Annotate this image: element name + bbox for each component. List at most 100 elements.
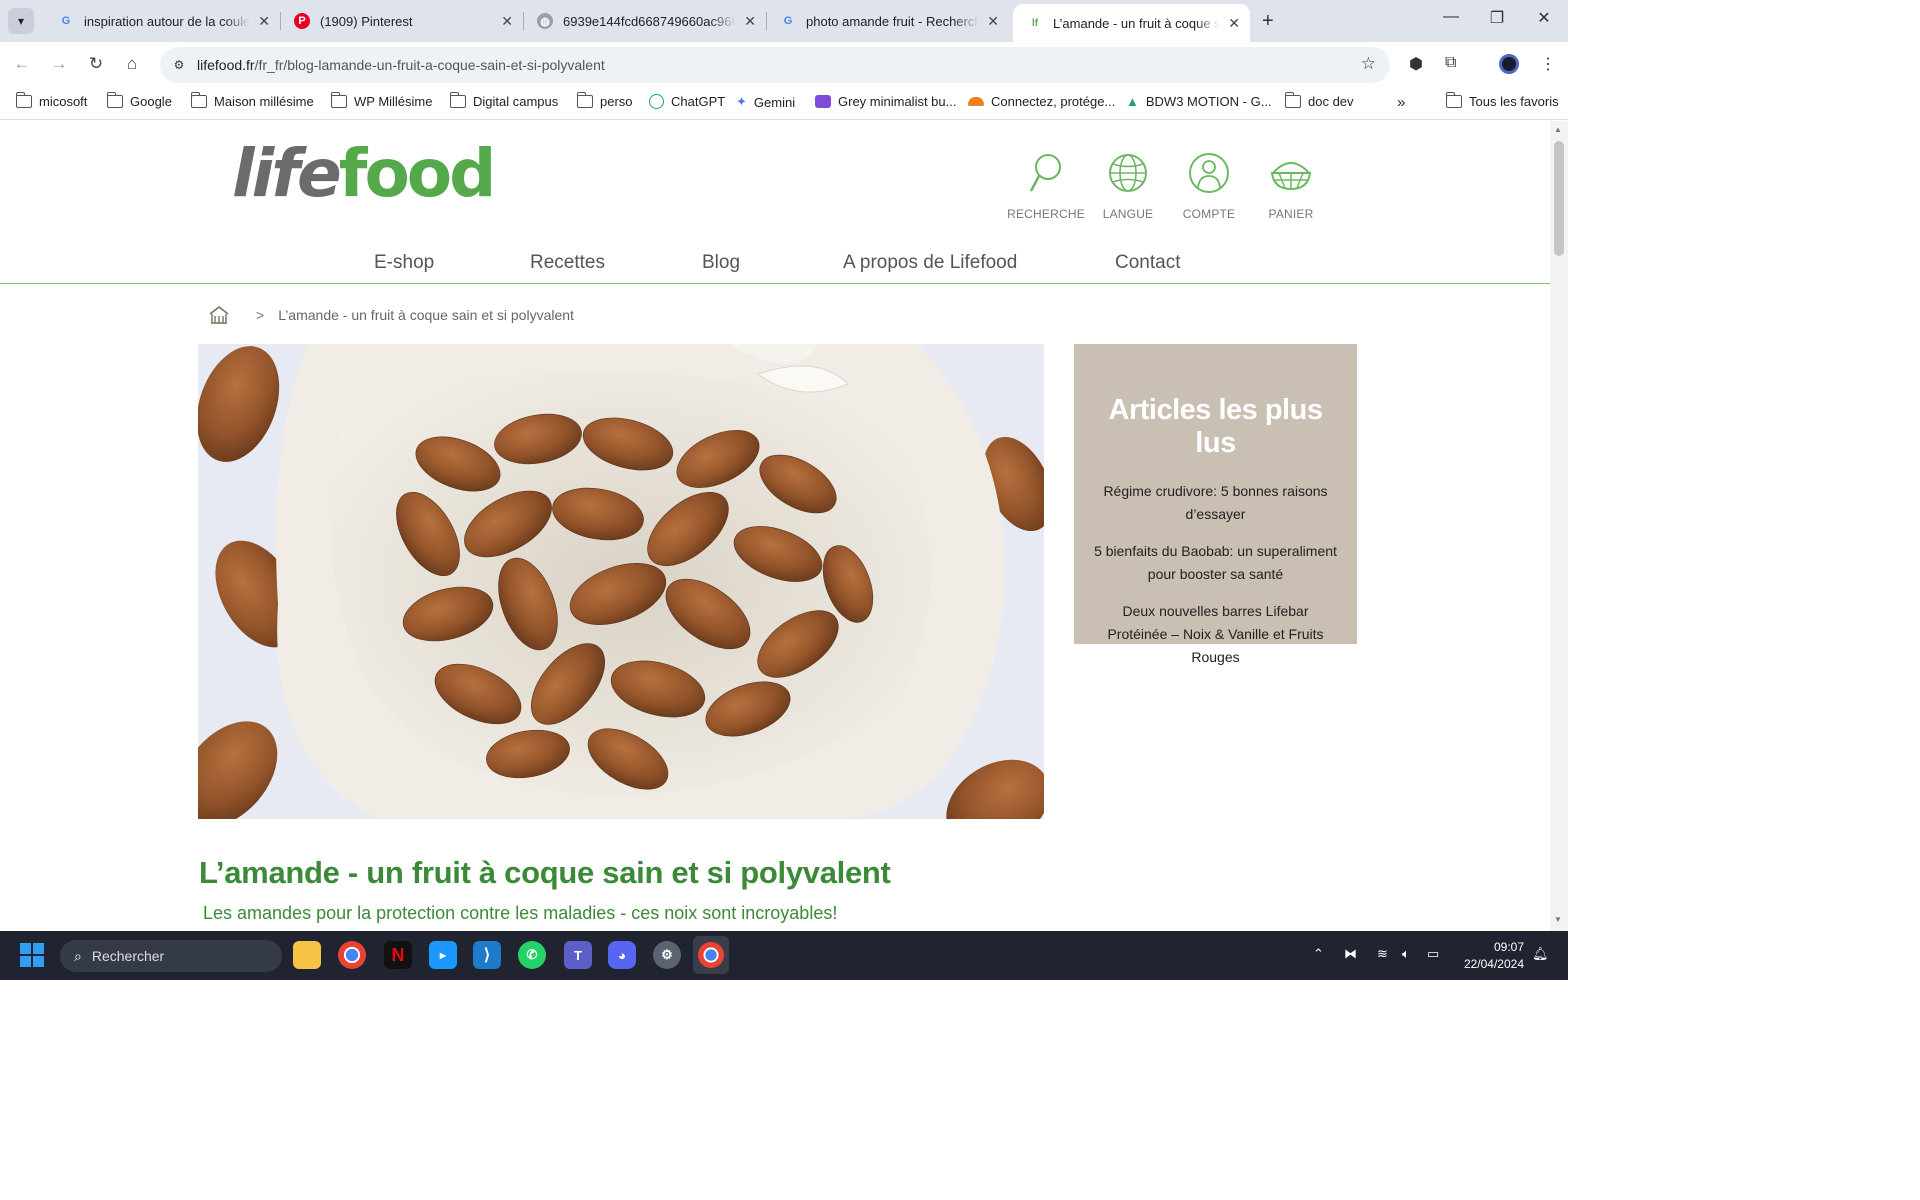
dropbox-tray-icon[interactable]: ⧓ [1344, 946, 1357, 962]
back-arrow-icon[interactable]: ← [10, 54, 34, 74]
browser-tab-2[interactable]: P (1909) Pinterest ✕ [280, 6, 523, 36]
bookmark-gemini[interactable]: ✦ Gemini [736, 94, 795, 110]
header-icon-label: LANGUE [1102, 207, 1154, 221]
close-window-button[interactable]: ✕ [1529, 8, 1559, 28]
netflix-icon[interactable]: N [384, 941, 412, 969]
header-account[interactable]: COMPTE [1169, 151, 1249, 221]
header-language[interactable]: LANGUE [1088, 151, 1168, 221]
url-path: /fr_fr/blog-lamande-un-fruit-a-coque-sai… [254, 57, 605, 73]
all-bookmarks-folder[interactable]: Tous les favoris [1446, 92, 1559, 109]
teams-icon[interactable]: T [564, 941, 592, 969]
bookmark-digital-campus[interactable]: Digital campus [450, 92, 558, 109]
close-tab-icon[interactable]: ✕ [744, 13, 756, 30]
bookmark-star-icon[interactable]: ☆ [1361, 54, 1376, 74]
browser-tab-5-active[interactable]: lf L’amande - un fruit à coque sain ✕ [1013, 4, 1250, 42]
forward-arrow-icon[interactable]: → [47, 54, 71, 74]
pinterest-icon: P [294, 13, 310, 29]
bookmark-maison-millesime[interactable]: Maison millésime [191, 92, 314, 109]
extensions-puzzle-icon[interactable]: ⧉ [1445, 54, 1456, 72]
scroll-up-arrow-icon[interactable]: ▲ [1554, 125, 1562, 134]
globe-icon: ◍ [537, 13, 553, 29]
restore-button[interactable]: ❐ [1482, 8, 1512, 28]
tab-title: photo amande fruit - Recherche Google [806, 13, 980, 29]
scroll-down-arrow-icon[interactable]: ▼ [1554, 915, 1562, 924]
sidebar-title: Articles les plus lus [1108, 394, 1323, 459]
settings-gear-icon[interactable]: ⚙ [653, 941, 681, 969]
bookmark-doc-dev[interactable]: doc dev [1285, 92, 1354, 109]
url-host: lifefood.fr [197, 57, 255, 73]
notification-bell-icon[interactable]: 🔔︎ [1532, 946, 1549, 962]
taskbar-search[interactable]: ⌕ Rechercher [60, 940, 282, 972]
more-bookmarks-chevron-icon[interactable]: » [1397, 94, 1405, 111]
close-tab-icon[interactable]: ✕ [501, 13, 513, 30]
folder-icon [1446, 92, 1462, 108]
folder-icon [1285, 92, 1301, 108]
sidebar-article-link[interactable]: Régime crudivore: 5 bonnes raisons d’ess… [1092, 480, 1339, 526]
bookmark-perso[interactable]: perso [577, 92, 633, 109]
address-bar[interactable]: ⚙ lifefood.fr/fr_fr/blog-lamande-un-frui… [160, 47, 1390, 83]
basket-icon [1270, 162, 1312, 191]
bookmark-label: Gemini [753, 94, 796, 110]
header-basket[interactable]: PANIER [1251, 151, 1331, 221]
discord-icon[interactable]: ◕ [608, 941, 636, 969]
bookmark-label: WP Millésime [354, 94, 433, 109]
close-tab-icon[interactable]: ✕ [987, 13, 999, 30]
whatsapp-icon[interactable]: ✆ [518, 941, 546, 969]
browser-tab-1[interactable]: G inspiration autour de la couleur ✕ [44, 6, 280, 36]
wifi-icon[interactable]: ≋ [1377, 946, 1388, 962]
sidebar-article-link[interactable]: Deux nouvelles barres Lifebar Protéinée … [1092, 600, 1339, 669]
account-icon [1189, 153, 1229, 193]
bookmark-wp-millesime[interactable]: WP Millésime [331, 92, 433, 109]
bookmark-bdw3-motion[interactable]: ▲ BDW3 MOTION - G... [1126, 94, 1272, 109]
chrome-icon[interactable] [338, 941, 366, 969]
scrollbar-thumb[interactable] [1554, 141, 1564, 256]
cloudflare-icon [968, 97, 984, 106]
home-icon[interactable] [208, 305, 230, 325]
minimize-button[interactable]: — [1436, 8, 1466, 26]
new-tab-button[interactable]: + [1262, 10, 1274, 33]
tray-chevron-up-icon[interactable]: ⌃ [1313, 946, 1324, 962]
tab-search-chevron-icon[interactable]: ▾ [8, 8, 34, 34]
reload-icon[interactable]: ↻ [84, 54, 108, 74]
sidebar-article-link[interactable]: 5 bienfaits du Baobab: un superaliment p… [1092, 540, 1339, 586]
folder-icon [577, 92, 593, 108]
nav-blog[interactable]: Blog [702, 252, 740, 274]
bookmark-cloudflare[interactable]: Connectez, protége... [968, 94, 1115, 109]
breadcrumb-separator: > [256, 307, 265, 323]
folder-icon [16, 92, 32, 108]
vscode-icon[interactable]: ⟩ [473, 941, 501, 969]
file-explorer-icon[interactable] [293, 941, 321, 969]
page-scrollbar[interactable]: ▲ ▼ [1550, 121, 1568, 931]
nav-eshop[interactable]: E-shop [374, 252, 434, 274]
browser-tab-3[interactable]: ◍ 6939e144fcd668749660ac9669 ✕ [523, 6, 766, 36]
bookmark-label: Google [130, 94, 172, 109]
browser-menu-icon[interactable]: ⋮ [1540, 54, 1556, 74]
nav-contact[interactable]: Contact [1115, 252, 1180, 274]
home-icon[interactable]: ⌂ [120, 54, 144, 74]
profile-avatar[interactable] [1499, 54, 1519, 74]
nav-recettes[interactable]: Recettes [530, 252, 605, 274]
chrome-icon [698, 942, 724, 968]
bookmark-grey-minimalist[interactable]: Grey minimalist bu... [815, 94, 956, 109]
battery-icon[interactable]: ▭ [1427, 946, 1439, 962]
system-clock[interactable]: 09:07 22/04/2024 [1452, 939, 1524, 973]
url-text[interactable]: lifefood.fr/fr_fr/blog-lamande-un-fruit-… [197, 57, 605, 73]
bookmark-google[interactable]: Google [107, 92, 172, 109]
header-search[interactable]: RECHERCHE [1006, 151, 1086, 221]
browser-tab-4[interactable]: G photo amande fruit - Recherche Google … [766, 6, 1009, 36]
close-tab-icon[interactable]: ✕ [258, 13, 270, 30]
volume-icon[interactable]: 🔈︎ [1402, 946, 1410, 962]
bookmark-chatgpt[interactable]: ChatGPT [649, 94, 725, 109]
header-icon-label: COMPTE [1182, 207, 1236, 221]
chrome-active-taskbar-button[interactable] [693, 936, 729, 974]
close-tab-icon[interactable]: ✕ [1228, 15, 1240, 32]
extension-hexagon-icon[interactable]: ⬢ [1409, 54, 1423, 74]
bookmark-micosoft[interactable]: micosoft [16, 92, 87, 109]
article-title: L’amande - un fruit à coque sain et si p… [199, 855, 891, 890]
prime-video-icon[interactable]: ▶ [429, 941, 457, 969]
lifefood-logo[interactable]: lifefood [232, 139, 496, 209]
site-info-icon[interactable]: ⚙ [168, 54, 190, 76]
header-icon-label: PANIER [1268, 207, 1314, 221]
windows-start-icon[interactable] [20, 943, 44, 967]
nav-a-propos[interactable]: A propos de Lifefood [843, 252, 1017, 274]
